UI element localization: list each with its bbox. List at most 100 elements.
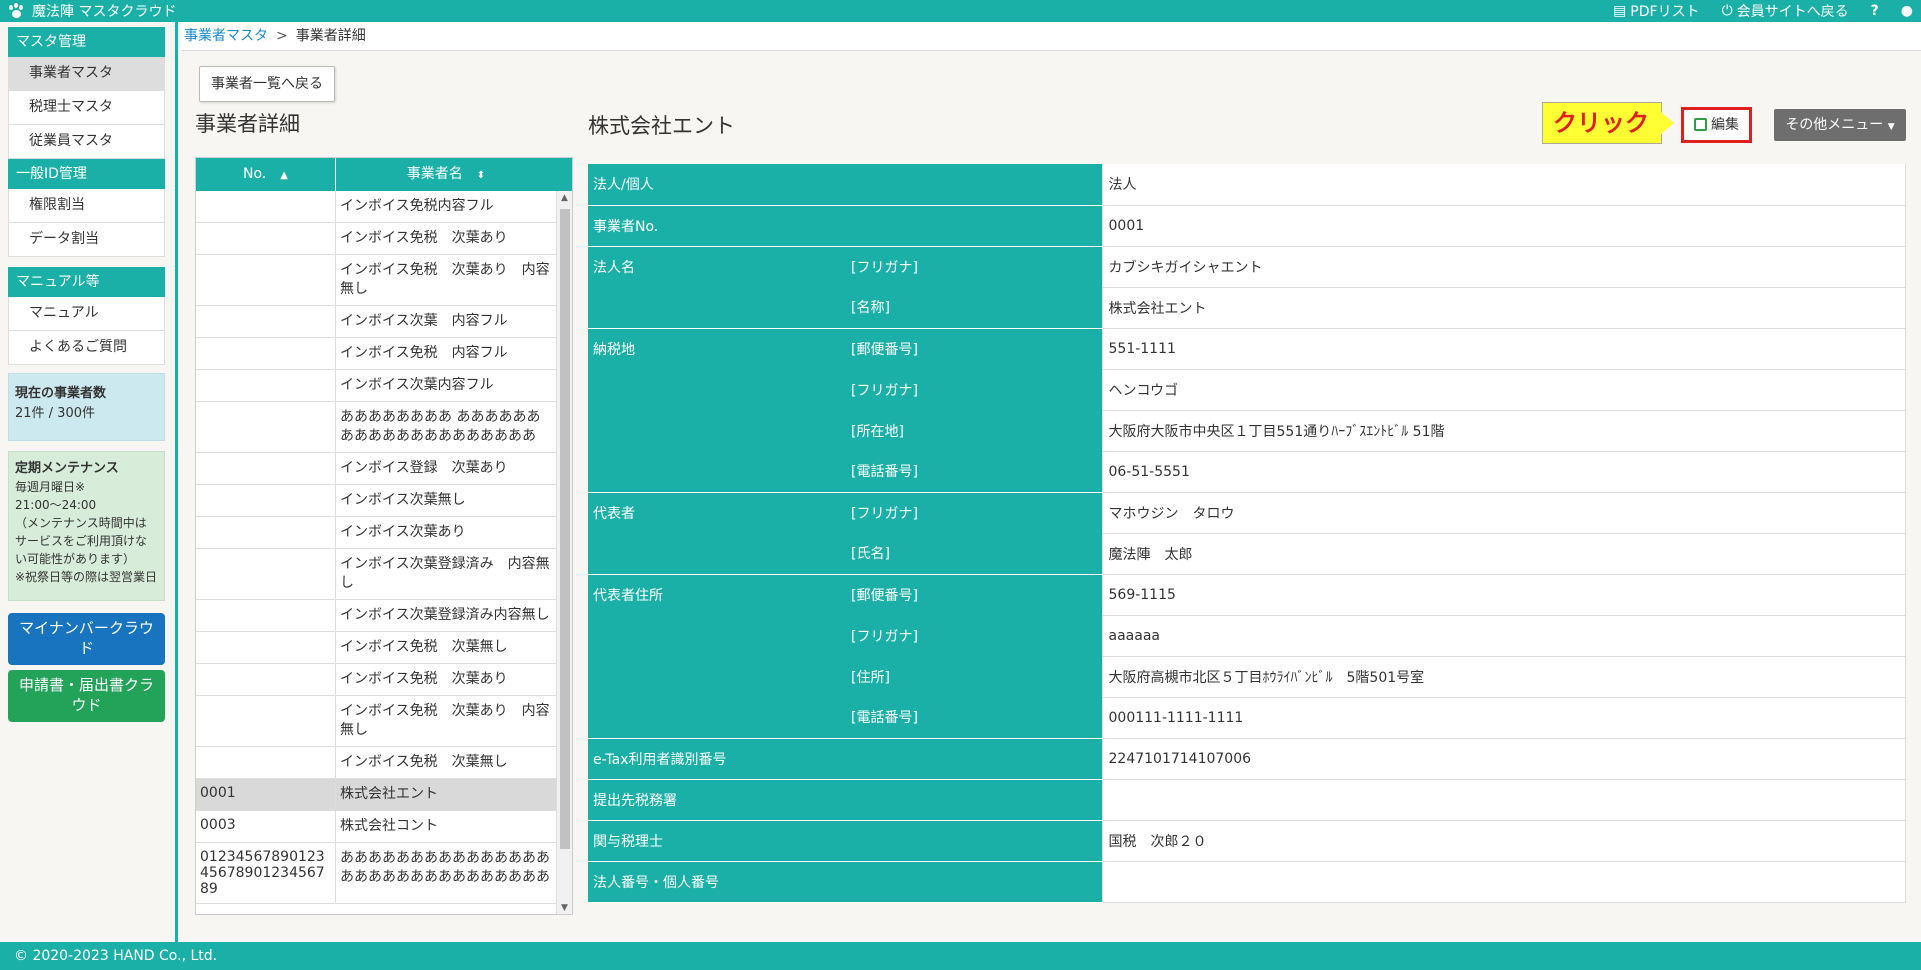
list-item[interactable]: インボイス免税 次葉無し [196, 632, 572, 664]
list-item[interactable]: インボイス免税 次葉あり [196, 664, 572, 696]
list-item-no [196, 255, 336, 305]
detail-row: [住所] 大阪府高槻市北区５丁目ﾎｳﾗｲﾊﾞﾝﾋﾞﾙ 5階501号室 [588, 656, 1906, 698]
edit-button-label: 編集 [1711, 117, 1739, 133]
mynumber-cloud-button[interactable]: マイナンバークラウド [8, 613, 165, 665]
app-title: 魔法陣 マスタクラウド [32, 4, 177, 20]
sidebar-item-employee-master[interactable]: 従業員マスタ [8, 125, 165, 159]
list-item-name: インボイス次葉内容フル [340, 377, 494, 393]
sidebar-item-permission[interactable]: 権限割当 [8, 189, 165, 223]
list-item[interactable]: インボイス次葉あり [196, 517, 572, 549]
list-item-name: 株式会社エント [340, 786, 438, 802]
list-item-no [196, 632, 336, 663]
detail-sublabel: [郵便番号] [846, 574, 1102, 615]
other-menu-button[interactable]: その他メニュー ▼ [1774, 109, 1906, 141]
list-item-name: インボイス次葉 内容フル [340, 313, 508, 329]
detail-value: 569-1115 [1101, 574, 1906, 616]
maintenance-day: 毎週月曜日※ [15, 480, 86, 494]
detail-row: [名称] 株式会社エント [588, 287, 1906, 329]
detail-sublabel: [電話番号] [846, 697, 1102, 739]
list-item[interactable]: インボイス免税 次葉あり 内容無し [196, 255, 572, 306]
business-count-box: 現在の事業者数 21件 / 300件 [8, 373, 165, 441]
list-item[interactable]: インボイス免税 内容フル [196, 338, 572, 370]
list-item-name: インボイス免税内容フル [340, 198, 494, 214]
detail-value: 大阪府高槻市北区５丁目ﾎｳﾗｲﾊﾞﾝﾋﾞﾙ 5階501号室 [1101, 656, 1906, 698]
edit-button[interactable]: 編集 [1681, 107, 1752, 143]
list-item[interactable]: インボイス次葉 内容フル [196, 306, 572, 338]
sidebar-item-business-master[interactable]: 事業者マスタ [8, 57, 165, 91]
detail-value: 000111-1111-1111 [1101, 697, 1906, 739]
help-icon[interactable]: ? [1871, 3, 1879, 19]
list-item[interactable]: 0003 株式会社コント [196, 811, 572, 843]
list-item[interactable]: インボイス次葉登録済み 内容無し [196, 549, 572, 600]
list-item-no [196, 370, 336, 401]
scroll-up-icon[interactable]: ▲ [561, 193, 568, 203]
application-cloud-button[interactable]: 申請書・届出書クラウド [8, 670, 165, 722]
breadcrumb-separator: > [276, 28, 288, 44]
scrollbar-thumb[interactable] [560, 209, 570, 849]
sidebar-section-master: マスタ管理 事業者マスタ 税理士マスタ 従業員マスタ [8, 27, 165, 159]
user-icon[interactable]: ● [1901, 3, 1913, 19]
maintenance-title: 定期メンテナンス [15, 461, 119, 476]
list-item[interactable]: インボイス登録 次葉あり [196, 453, 572, 485]
help-label: ? [1870, 3, 1879, 19]
member-site-link[interactable]: ⏻ 会員サイトへ戻る [1722, 1, 1849, 21]
detail-label: 法人番号・個人番号 [588, 861, 846, 903]
sidebar-item-manual[interactable]: マニュアル [8, 297, 165, 331]
list-item-no [196, 549, 336, 599]
detail-row: [フリガナ] ヘンコウゴ [588, 369, 1906, 411]
sidebar-item-data-assign[interactable]: データ割当 [8, 223, 165, 257]
sidebar-head-manual: マニュアル等 [8, 267, 165, 297]
list-item[interactable]: 012345678901234567890123456789 ああああああああああ… [196, 843, 572, 904]
list-item[interactable]: ああああああああ ああああああああああああああああああああ [196, 402, 572, 453]
detail-value: カブシキガイシャエント [1101, 246, 1906, 288]
detail-value: 株式会社エント [1101, 287, 1906, 329]
list-item-no [196, 338, 336, 369]
top-bar: 魔法陣 マスタクラウド ▤ PDFリスト ⏻ 会員サイトへ戻る ? ● [0, 0, 1921, 22]
list-item[interactable]: インボイス免税内容フル [196, 191, 572, 223]
caret-down-icon: ▼ [1887, 122, 1895, 132]
business-list-body[interactable]: インボイス免税内容フル インボイス免税 次葉あり インボイス免税 次葉あり 内容無し… [196, 191, 572, 914]
detail-value: 2247101714107006 [1101, 738, 1906, 780]
sort-asc-icon: ▲ [280, 170, 288, 181]
list-item[interactable]: インボイス次葉無し [196, 485, 572, 517]
detail-sublabel: [名称] [846, 287, 1102, 329]
sidebar-section-manual: マニュアル等 マニュアル よくあるご質問 [8, 267, 165, 365]
breadcrumb-parent-link[interactable]: 事業者マスタ [184, 28, 268, 44]
list-item[interactable]: インボイス免税 次葉あり 内容無し [196, 696, 572, 747]
detail-value: 国税 次郎２０ [1101, 820, 1906, 862]
list-item[interactable]: インボイス免税 次葉無し [196, 747, 572, 779]
back-to-list-button[interactable]: 事業者一覧へ戻る [199, 66, 335, 102]
list-item[interactable]: インボイス次葉内容フル [196, 370, 572, 402]
brand[interactable]: 魔法陣 マスタクラウド [8, 1, 176, 21]
maintenance-box: 定期メンテナンス 毎週月曜日※ 21:00〜24:00 （メンテナンス時間中はサ… [8, 451, 165, 601]
list-item[interactable]: インボイス次葉登録済み内容無し [196, 600, 572, 632]
detail-row: [電話番号] 06-51-5551 [588, 451, 1906, 493]
detail-row: 法人番号・個人番号 [588, 861, 1906, 903]
list-item[interactable]: 0001 株式会社エント [196, 779, 572, 811]
detail-label: 関与税理士 [588, 820, 846, 862]
scroll-down-icon[interactable]: ▼ [561, 903, 568, 913]
detail-value [1101, 861, 1906, 903]
detail-sublabel [846, 779, 1102, 821]
detail-row: 法人/個人 法人 [588, 164, 1906, 206]
pdf-list-link[interactable]: ▤ PDFリスト [1613, 1, 1700, 21]
list-item-name: 株式会社コント [340, 818, 438, 834]
list-scrollbar[interactable]: ▲ ▼ [556, 191, 572, 914]
detail-row: [電話番号] 000111-1111-1111 [588, 697, 1906, 739]
column-name-header[interactable]: 事業者名 ⬍ [336, 158, 556, 191]
detail-sublabel: [氏名] [846, 533, 1102, 575]
detail-value: ヘンコウゴ [1101, 369, 1906, 411]
edit-icon [1694, 118, 1707, 131]
click-callout-label: クリック [1542, 102, 1662, 144]
detail-value: 551-1111 [1101, 328, 1906, 370]
detail-label: 納税地 [588, 328, 846, 369]
list-item-no: 0001 [196, 779, 336, 810]
column-no-header[interactable]: No. ▲ [196, 158, 336, 191]
sidebar-item-faq[interactable]: よくあるご質問 [8, 331, 165, 365]
detail-value: aaaaaa [1101, 615, 1906, 657]
list-item[interactable]: インボイス免税 次葉あり [196, 223, 572, 255]
list-item-name: インボイス次葉登録済み 内容無し [340, 556, 550, 591]
detail-label [588, 656, 846, 697]
sidebar-item-tax-accountant-master[interactable]: 税理士マスタ [8, 91, 165, 125]
click-callout: クリック [1542, 102, 1674, 144]
